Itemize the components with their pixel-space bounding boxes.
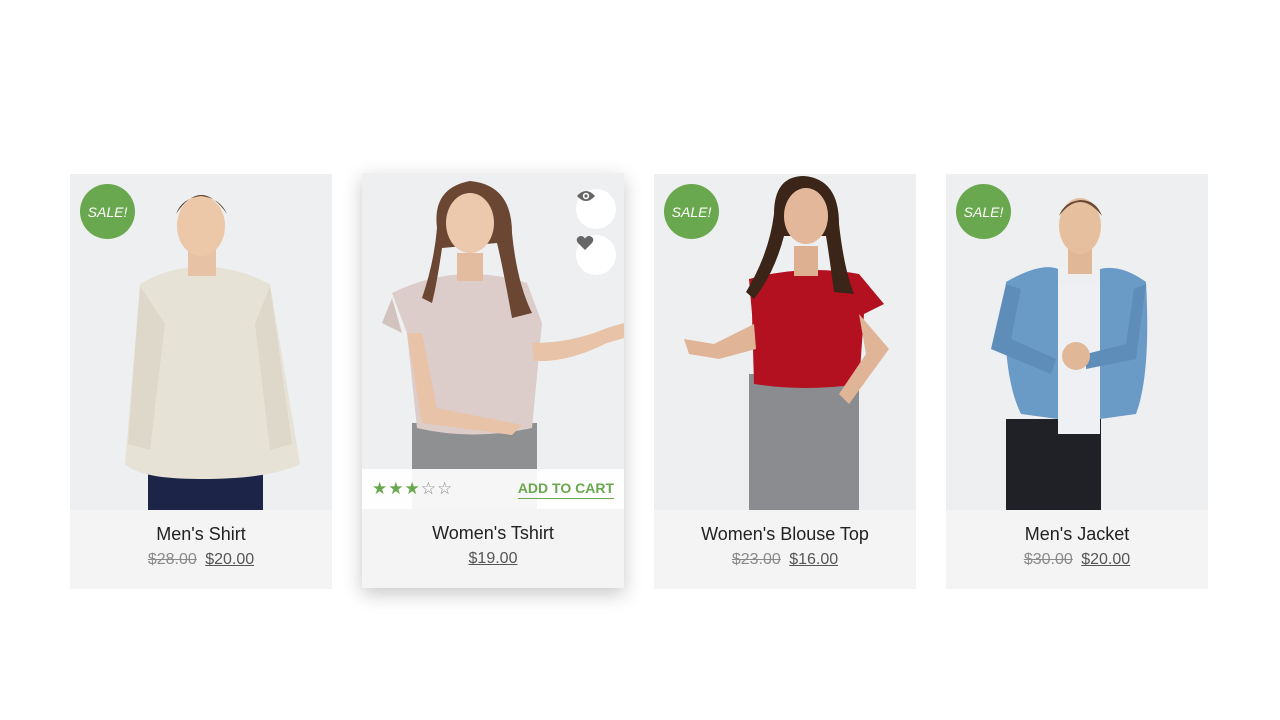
sale-badge: SALE! [664,184,719,239]
add-to-cart-button[interactable]: ADD TO CART [517,480,614,499]
star-outline-icon: ☆ [437,479,453,498]
product-grid: SALE! Men's Shirt $28.00 $20.00 ★★★☆☆ AD… [70,173,1210,589]
product-card[interactable]: SALE! Women's Blouse Top $23.00 $16.00 [654,174,916,589]
old-price: $28.00 [147,551,197,568]
star-icon: ★ [372,479,388,498]
old-price: $23.00 [731,551,781,568]
product-name[interactable]: Men's Shirt [70,510,332,545]
product-name[interactable]: Women's Tshirt [362,509,624,544]
wishlist-button[interactable] [576,235,616,275]
old-price: $30.00 [1023,551,1073,568]
product-image[interactable]: SALE! [654,174,916,510]
sale-badge: SALE! [956,184,1011,239]
star-outline-icon: ☆ [420,479,436,498]
quick-view-button[interactable] [576,189,616,229]
product-actions: ★★★☆☆ ADD TO CART [362,469,624,509]
star-rating: ★★★☆☆ [372,479,453,499]
star-icon: ★ [388,479,404,498]
product-image[interactable]: SALE! [70,174,332,510]
product-name[interactable]: Women's Blouse Top [654,510,916,545]
sale-badge: SALE! [80,184,135,239]
sale-price: $20.00 [1081,551,1131,568]
product-image[interactable]: ★★★☆☆ ADD TO CART [362,173,624,509]
price: $19.00 [468,550,518,567]
product-image[interactable]: SALE! [946,174,1208,510]
product-name[interactable]: Men's Jacket [946,510,1208,545]
sale-price: $20.00 [205,551,255,568]
product-card[interactable]: SALE! Men's Jacket $30.00 $20.00 [946,174,1208,589]
star-icon: ★ [404,479,420,498]
product-card[interactable]: SALE! Men's Shirt $28.00 $20.00 [70,174,332,589]
product-card[interactable]: ★★★☆☆ ADD TO CART Women's Tshirt $19.00 [362,173,624,588]
sale-price: $16.00 [789,551,839,568]
